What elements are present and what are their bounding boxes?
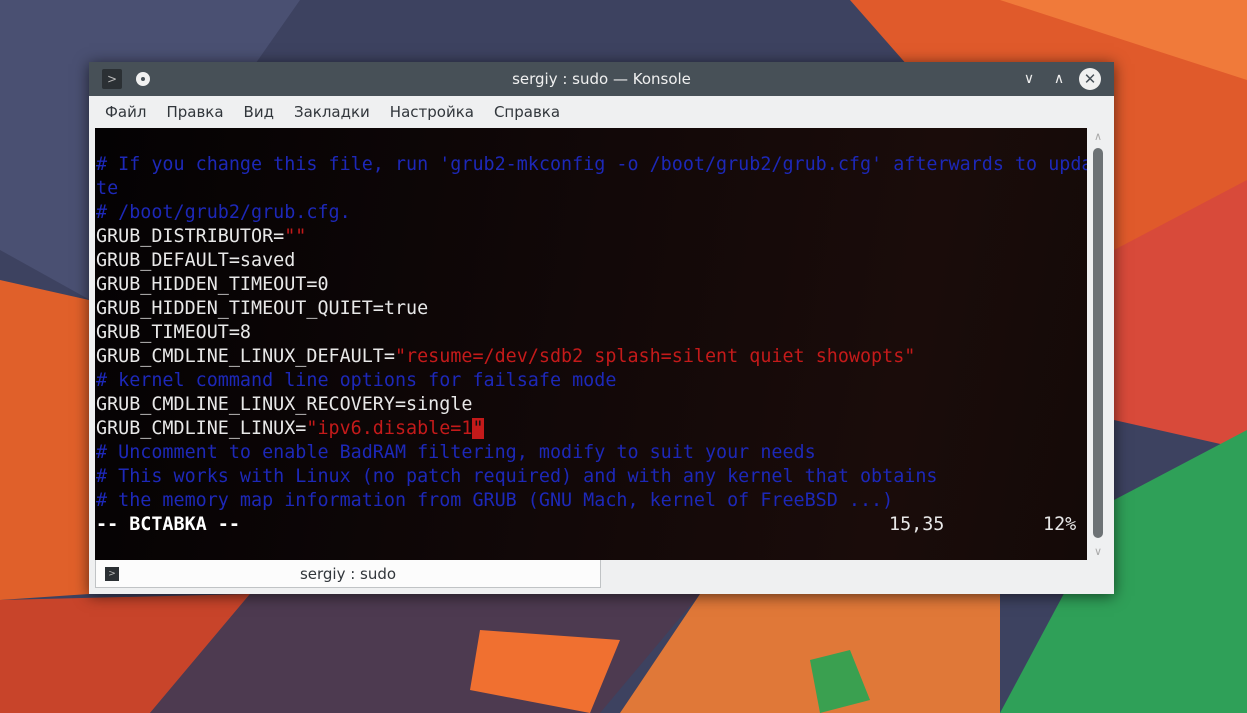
terminal-lines: # If you change this file, run 'grub2-mk… xyxy=(96,153,1087,513)
tab-label: sergiy : sudo xyxy=(299,565,397,583)
terminal-line: # the memory map information from GRUB (… xyxy=(96,489,1087,513)
comment-text: # This works with Linux (no patch requir… xyxy=(96,466,938,487)
terminal-line: GRUB_TIMEOUT=8 xyxy=(96,321,1087,345)
code-text: GRUB_HIDDEN_TIMEOUT=0 xyxy=(96,274,329,295)
file-percent: 12% xyxy=(1043,514,1077,535)
window-title: sergiy : sudo — Konsole xyxy=(512,70,691,88)
scroll-down-icon[interactable]: ∨ xyxy=(1094,545,1102,558)
code-text: GRUB_CMDLINE_LINUX_DEFAULT= xyxy=(96,346,395,367)
session-tab[interactable]: > sergiy : sudo xyxy=(95,560,601,588)
comment-text: # /boot/grub2/grub.cfg. xyxy=(96,202,351,223)
title-bar[interactable]: > sergiy : sudo — Konsole ∨ ∧ ✕ xyxy=(89,62,1114,96)
code-text: GRUB_CMDLINE_LINUX= xyxy=(96,418,307,439)
menu-settings[interactable]: Настройка xyxy=(380,103,484,121)
comment-text: te xyxy=(96,178,119,199)
string-text: "ipv6.disable=1 xyxy=(306,418,473,439)
terminal-line: GRUB_CMDLINE_LINUX_RECOVERY=single xyxy=(96,393,1087,417)
terminal-view[interactable]: # If you change this file, run 'grub2-mk… xyxy=(95,128,1087,560)
vim-mode: -- ВСТАВКА -- xyxy=(96,514,240,535)
terminal-line: GRUB_DEFAULT=saved xyxy=(96,249,1087,273)
terminal-line: # /boot/grub2/grub.cfg. xyxy=(96,201,1087,225)
comment-text: # kernel command line options for failsa… xyxy=(96,370,617,391)
menu-help[interactable]: Справка xyxy=(484,103,570,121)
scroll-up-icon[interactable]: ∧ xyxy=(1094,130,1102,143)
terminal-line: GRUB_HIDDEN_TIMEOUT_QUIET=true xyxy=(96,297,1087,321)
code-text: GRUB_DISTRIBUTOR= xyxy=(96,226,285,247)
menu-edit[interactable]: Правка xyxy=(156,103,233,121)
menu-file[interactable]: Файл xyxy=(95,103,156,121)
terminal-line: GRUB_HIDDEN_TIMEOUT=0 xyxy=(96,273,1087,297)
terminal-line: GRUB_DISTRIBUTOR="" xyxy=(96,225,1087,249)
menu-bookmarks[interactable]: Закладки xyxy=(284,103,380,121)
terminal-line: # Uncomment to enable BadRAM filtering, … xyxy=(96,441,1087,465)
menu-view[interactable]: Вид xyxy=(234,103,284,121)
scrollbar-thumb[interactable] xyxy=(1093,148,1103,538)
string-text: "" xyxy=(284,226,307,247)
vim-status-line: -- ВСТАВКА -- 15,35 12% xyxy=(96,513,1076,537)
konsole-window: > sergiy : sudo — Konsole ∨ ∧ ✕ Файл Пра… xyxy=(89,62,1114,594)
terminal-line: GRUB_CMDLINE_LINUX_DEFAULT="resume=/dev/… xyxy=(96,345,1087,369)
terminal-line: GRUB_CMDLINE_LINUX="ipv6.disable=1" xyxy=(96,417,1087,441)
code-text: GRUB_DEFAULT=saved xyxy=(96,250,296,271)
comment-text: # Uncomment to enable BadRAM filtering, … xyxy=(96,442,816,463)
code-text: GRUB_HIDDEN_TIMEOUT_QUIET=true xyxy=(96,298,429,319)
minimize-icon[interactable]: ∨ xyxy=(1018,68,1040,90)
cursor: " xyxy=(472,418,484,439)
comment-text: # the memory map information from GRUB (… xyxy=(96,490,894,511)
cursor-position: 15,35 xyxy=(889,514,945,535)
terminal-line: # kernel command line options for failsa… xyxy=(96,369,1087,393)
maximize-icon[interactable]: ∧ xyxy=(1048,68,1070,90)
code-text: GRUB_TIMEOUT=8 xyxy=(96,322,252,343)
terminal-line: # If you change this file, run 'grub2-mk… xyxy=(96,153,1087,177)
string-text: "resume=/dev/sdb2 splash=silent quiet sh… xyxy=(394,346,916,367)
code-text: GRUB_CMDLINE_LINUX_RECOVERY=single xyxy=(96,394,473,415)
menu-bar: Файл Правка Вид Закладки Настройка Справ… xyxy=(89,96,1120,128)
terminal-line: # This works with Linux (no patch requir… xyxy=(96,465,1087,489)
close-icon[interactable]: ✕ xyxy=(1079,68,1101,90)
scrollbar[interactable]: ∧ ∨ xyxy=(1088,128,1112,560)
terminal-line: te xyxy=(96,177,1087,201)
comment-text: # If you change this file, run 'grub2-mk… xyxy=(96,154,1087,175)
